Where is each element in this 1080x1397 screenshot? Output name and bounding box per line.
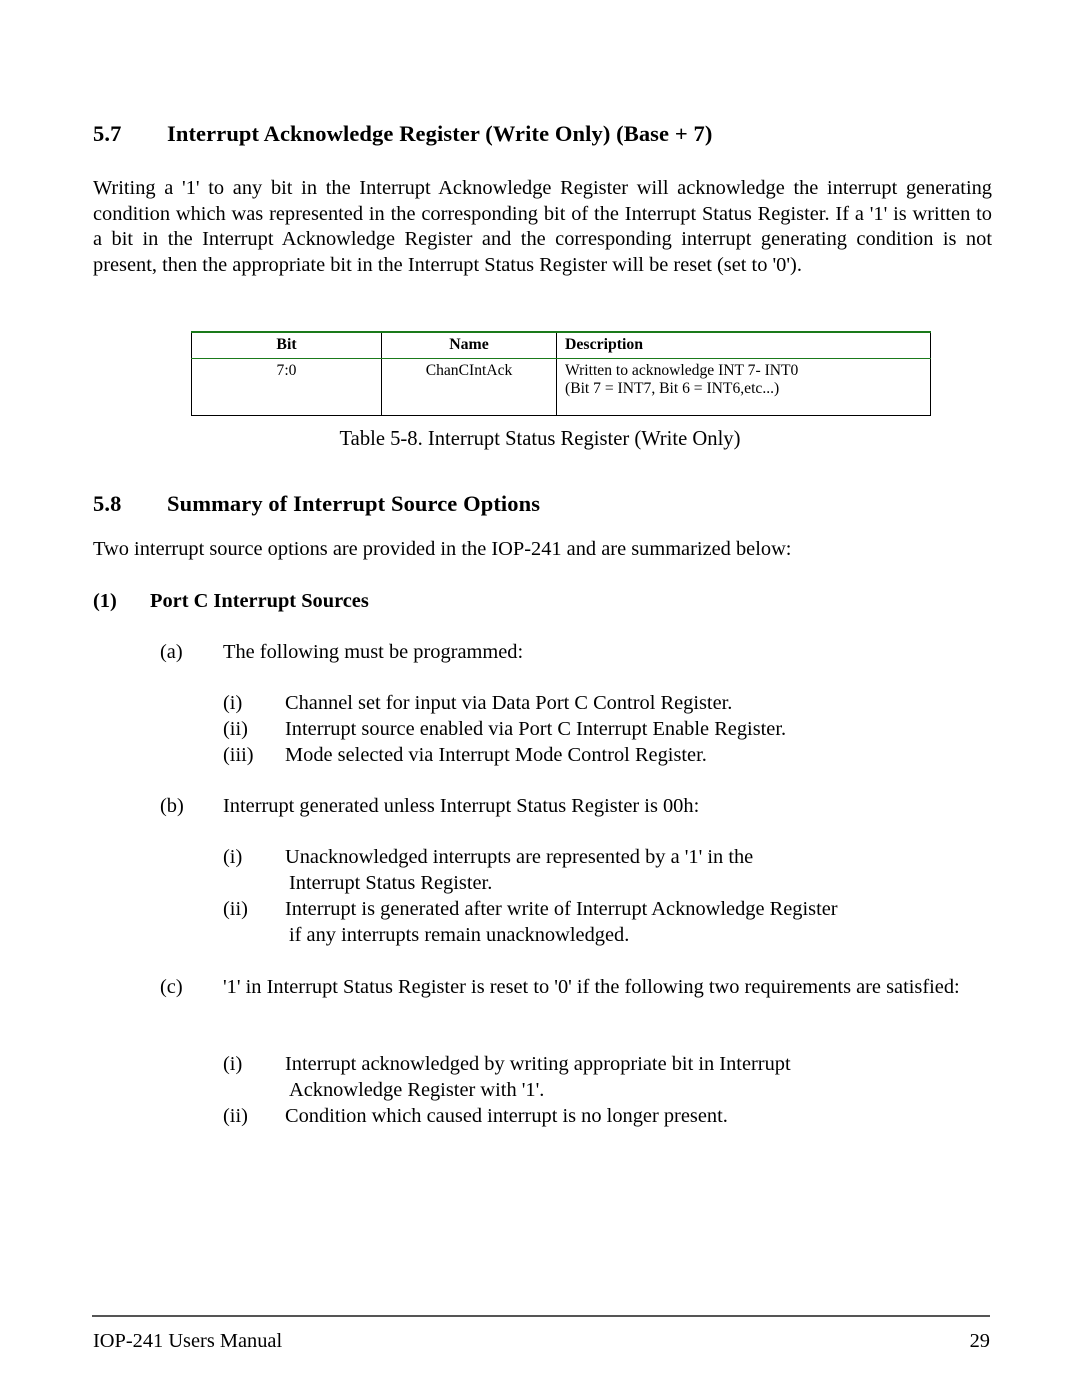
table-cell-description-line1: Written to acknowledge INT 7- INT0: [565, 361, 799, 379]
section-title-5-7: Interrupt Acknowledge Register (Write On…: [167, 121, 713, 146]
list-item-1-marker: (1): [93, 590, 117, 612]
table-header-row: Bit Name Description: [191, 330, 931, 359]
section-heading-5-7: 5.7 Interrupt Acknowledge Register (Write…: [93, 121, 993, 147]
footer-divider: [92, 1315, 990, 1317]
list-item-c-sub-i: (i) Interrupt acknowledged by writing ap…: [223, 1052, 998, 1104]
list-item-a-marker: (a): [160, 641, 183, 663]
list-item-c-text: '1' in Interrupt Status Register is rese…: [223, 976, 960, 998]
table-header-name: Name: [381, 330, 557, 359]
list-item-b-sub-i-text: Unacknowledged interrupts are represente…: [285, 845, 998, 897]
section-heading-5-8: 5.8 Summary of Interrupt Source Options: [93, 491, 993, 517]
list-item-a-sub-ii: (ii) Interrupt source enabled via Port C…: [223, 717, 998, 743]
table-cell-description: Written to acknowledge INT 7- INT0 (Bit …: [556, 358, 931, 416]
footer-page-number: 29: [969, 1330, 990, 1352]
list-item-b-sub-ii-line2: if any interrupts remain unacknowledged.: [289, 923, 630, 946]
table-row: 7:0 ChanCIntAck Written to acknowledge I…: [191, 358, 931, 416]
list-item-a-sub-ii-marker: (ii): [223, 718, 248, 740]
list-item-c: (c) '1' in Interrupt Status Register is …: [160, 975, 995, 1001]
list-item-c-sub-i-text: Interrupt acknowledged by writing approp…: [285, 1052, 998, 1104]
list-item-a-sub-iii: (iii) Mode selected via Interrupt Mode C…: [223, 743, 998, 769]
list-item-a-sub-iii-marker: (iii): [223, 744, 254, 766]
list-item-b-sub-i: (i) Unacknowledged interrupts are repres…: [223, 845, 998, 897]
list-item-b-sub-ii-text: Interrupt is generated after write of In…: [285, 897, 998, 949]
list-item-b-sub-i-line1: Unacknowledged interrupts are represente…: [285, 846, 754, 868]
list-item-c-sub-i-line1: Interrupt acknowledged by writing approp…: [285, 1053, 791, 1075]
list-item-a-sub-i-text: Channel set for input via Data Port C Co…: [285, 692, 733, 714]
list-item-c-sub-ii: (ii) Condition which caused interrupt is…: [223, 1104, 998, 1130]
section-number-5-8: 5.8: [93, 491, 122, 516]
register-table-container: Bit Name Description 7:0 ChanCIntAck Wri…: [191, 330, 931, 416]
list-item-c-marker: (c): [160, 976, 183, 998]
section-title-5-8: Summary of Interrupt Source Options: [167, 491, 541, 516]
section-5-8-paragraph: Two interrupt source options are provide…: [93, 538, 792, 560]
table-header-bit: Bit: [191, 330, 382, 359]
list-item-c-sub-i-marker: (i): [223, 1053, 243, 1075]
list-item-c-sub-ii-marker: (ii): [223, 1105, 248, 1127]
list-item-b: (b) Interrupt generated unless Interrupt…: [160, 794, 995, 820]
section-5-7-paragraph: Writing a '1' to any bit in the Interrup…: [93, 177, 992, 276]
table-header-description: Description: [556, 330, 931, 359]
list-item-b-marker: (b): [160, 795, 184, 817]
list-item-a-text: The following must be programmed:: [223, 641, 524, 663]
table-cell-name: ChanCIntAck: [381, 358, 557, 416]
table-cell-bit: 7:0: [191, 358, 382, 416]
list-item-b-sub-i-marker: (i): [223, 846, 243, 868]
list-item-c-sub-i-line2: Acknowledge Register with '1'.: [289, 1078, 545, 1101]
list-item-b-sub-ii-line1: Interrupt is generated after write of In…: [285, 898, 838, 920]
list-item-a-sub-ii-text: Interrupt source enabled via Port C Inte…: [285, 718, 787, 740]
list-item-a: (a) The following must be programmed:: [160, 640, 995, 666]
document-page: 5.7 Interrupt Acknowledge Register (Write…: [0, 0, 1080, 1397]
list-item-a-sub-i-marker: (i): [223, 692, 243, 714]
list-item-b-sub-ii: (ii) Interrupt is generated after write …: [223, 897, 998, 949]
list-item-b-sub-i-line2: Interrupt Status Register.: [289, 871, 493, 894]
list-item-a-sub-iii-text: Mode selected via Interrupt Mode Control…: [285, 744, 707, 766]
list-item-1-label: Port C Interrupt Sources: [150, 590, 369, 612]
list-item-b-sub-ii-marker: (ii): [223, 898, 248, 920]
list-item-a-sub-i: (i) Channel set for input via Data Port …: [223, 691, 998, 717]
list-item-b-text: Interrupt generated unless Interrupt Sta…: [223, 795, 700, 817]
table-caption: Table 5-8. Interrupt Status Register (Wr…: [339, 428, 741, 450]
list-item-c-sub-ii-text: Condition which caused interrupt is no l…: [285, 1105, 728, 1127]
table-cell-description-line2: (Bit 7 = INT7, Bit 6 = INT6,etc...): [565, 380, 780, 398]
register-table: Bit Name Description 7:0 ChanCIntAck Wri…: [191, 330, 931, 416]
section-number-5-7: 5.7: [93, 121, 122, 146]
